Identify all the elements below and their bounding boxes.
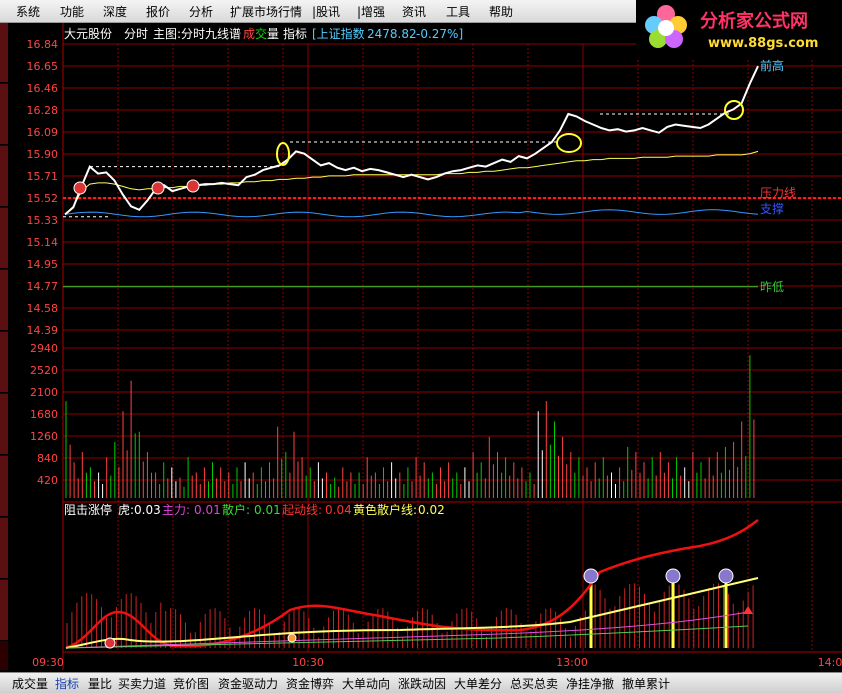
price-tick-label: 15.71 xyxy=(27,170,59,183)
volume-label-c: 量 xyxy=(267,27,279,41)
left-tab[interactable] xyxy=(0,580,8,641)
prev-low-label: 昨低 xyxy=(760,280,784,294)
menu-function[interactable]: 功能 xyxy=(60,3,84,20)
price-tick-label: 16.46 xyxy=(27,82,59,95)
menu-stock-news[interactable]: |股讯 xyxy=(312,3,340,20)
signal-star-icon xyxy=(583,568,599,584)
tab-volume[interactable]: 成交量 xyxy=(12,675,48,692)
tab-cancel-total[interactable]: 撤单累计 xyxy=(622,675,670,692)
resistance-label: 压力线 xyxy=(760,186,796,200)
index-change: -0.27%] xyxy=(416,27,463,41)
volume-tick-label: 2520 xyxy=(30,364,58,377)
tab-big-order-flow[interactable]: 大单动向 xyxy=(342,675,390,692)
tiger-value: 0.03 xyxy=(134,503,161,517)
signal-star-icon xyxy=(665,568,681,584)
signal-star-icon xyxy=(718,568,734,584)
tab-buy-sell-force[interactable]: 买卖力道 xyxy=(118,675,166,692)
signal-ball-icon xyxy=(151,181,165,195)
menu-analysis[interactable]: 分析 xyxy=(189,3,213,20)
price-tick-label: 14.58 xyxy=(27,302,59,315)
left-tab[interactable] xyxy=(0,146,8,207)
indicator-label[interactable]: 指标 xyxy=(283,26,307,41)
volume-label-a: 成 xyxy=(243,27,255,41)
menu-info[interactable]: 资讯 xyxy=(402,3,426,20)
signal-ball-icon xyxy=(287,633,297,643)
bottom-tab-bar: 成交量 指标 量比 买卖力道 竞价图 资金驱动力 资金博弈 大单动向 涨跌动因 … xyxy=(0,672,842,693)
price-tick-label: 15.33 xyxy=(27,214,59,227)
price-tick-label: 16.84 xyxy=(27,38,59,51)
left-side-tabs[interactable] xyxy=(0,22,8,670)
menu-enhance[interactable]: |增强 xyxy=(357,3,385,20)
signal-ball-icon xyxy=(186,179,200,193)
time-tick-label: 13:00 xyxy=(556,656,588,669)
left-tab[interactable] xyxy=(0,22,8,83)
left-tab[interactable] xyxy=(0,394,8,455)
main-chart-label[interactable]: 主图:分时九线谱 xyxy=(153,27,241,41)
left-tab[interactable] xyxy=(0,456,8,517)
chart-stage: 16.84 16.65 16.46 16.28 16.09 15.90 15.71 15.52… xyxy=(0,0,842,692)
price-tick-label: 15.52 xyxy=(27,192,59,205)
yellow-retail-label: 黄色散户线: xyxy=(353,502,417,517)
tiger-label: 虎: xyxy=(118,503,134,517)
tab-total-buy-sell[interactable]: 总买总卖 xyxy=(510,675,558,692)
signal-ball-icon xyxy=(73,181,87,195)
price-tick-label: 14.77 xyxy=(27,280,59,293)
menu-system[interactable]: 系统 xyxy=(16,3,40,20)
tab-capital-game[interactable]: 资金博弈 xyxy=(286,675,334,692)
tab-volume-ratio[interactable]: 量比 xyxy=(88,675,112,692)
launch-line-label: 起动线: xyxy=(282,503,322,517)
index-label: [上证指数 xyxy=(312,26,365,41)
retail-value: 0.01 xyxy=(254,503,281,517)
left-tab[interactable] xyxy=(0,332,8,393)
volume-tick-label: 420 xyxy=(37,474,58,487)
tab-auction[interactable]: 竞价图 xyxy=(173,675,209,692)
left-tab[interactable] xyxy=(0,84,8,145)
price-tick-label: 16.28 xyxy=(27,104,59,117)
main-force-value: 0.01 xyxy=(194,503,221,517)
logo-url[interactable]: www.88gs.com xyxy=(708,36,818,51)
menu-help[interactable]: 帮助 xyxy=(489,3,513,20)
tab-price-drivers[interactable]: 涨跌动因 xyxy=(398,675,446,692)
volume-label-b: 交 xyxy=(255,26,267,41)
yellow-retail-value: 0.02 xyxy=(418,503,445,517)
price-tick-label: 16.09 xyxy=(27,126,59,139)
support-label: 支撑 xyxy=(760,201,784,216)
time-tick-label: 09:30 xyxy=(32,656,64,669)
price-tick-label: 14.95 xyxy=(27,258,59,271)
menu-extended-market[interactable]: 扩展市场行情 xyxy=(230,3,302,20)
price-tick-label: 16.65 xyxy=(27,60,59,73)
left-tab[interactable] xyxy=(0,270,8,331)
flower-icon xyxy=(645,5,687,48)
volume-tick-label: 1260 xyxy=(30,430,58,443)
tab-capital-drive[interactable]: 资金驱动力 xyxy=(218,675,278,692)
menu-depth[interactable]: 深度 xyxy=(103,3,127,20)
left-tab[interactable] xyxy=(0,518,8,579)
prev-high-label: 前高 xyxy=(760,58,784,73)
retail-label: 散户: xyxy=(222,502,250,517)
price-tick-label: 14.39 xyxy=(27,324,59,337)
price-tick-label: 15.90 xyxy=(27,148,59,161)
time-tick-label: 10:30 xyxy=(292,656,324,669)
site-logo: 分析家公式网 www.88gs.com xyxy=(636,0,842,58)
volume-tick-label: 840 xyxy=(37,452,58,465)
time-tick-label: 14:0 xyxy=(818,656,842,669)
launch-line-value: 0.04 xyxy=(325,503,352,517)
menu-quote[interactable]: 报价 xyxy=(146,3,170,20)
indicator-name: 阻击涨停 xyxy=(64,502,112,517)
logo-title: 分析家公式网 xyxy=(700,10,808,32)
index-value: 2478.82 xyxy=(367,27,417,41)
left-tab[interactable] xyxy=(0,208,8,269)
signal-ball-icon xyxy=(104,637,116,649)
volume-tick-label: 2940 xyxy=(30,342,58,355)
tab-indicator[interactable]: 指标 xyxy=(55,675,79,692)
tab-net-orders[interactable]: 净挂净撤 xyxy=(566,675,614,692)
volume-tick-label: 1680 xyxy=(30,408,58,421)
tab-big-order-diff[interactable]: 大单差分 xyxy=(454,675,502,692)
main-force-label: 主力: xyxy=(162,503,190,517)
price-tick-label: 15.14 xyxy=(27,236,59,249)
stock-name: 大元股份 xyxy=(64,27,112,41)
volume-tick-label: 2100 xyxy=(30,386,58,399)
mode-label[interactable]: 分时 xyxy=(124,27,148,41)
menu-tools[interactable]: 工具 xyxy=(446,3,470,20)
